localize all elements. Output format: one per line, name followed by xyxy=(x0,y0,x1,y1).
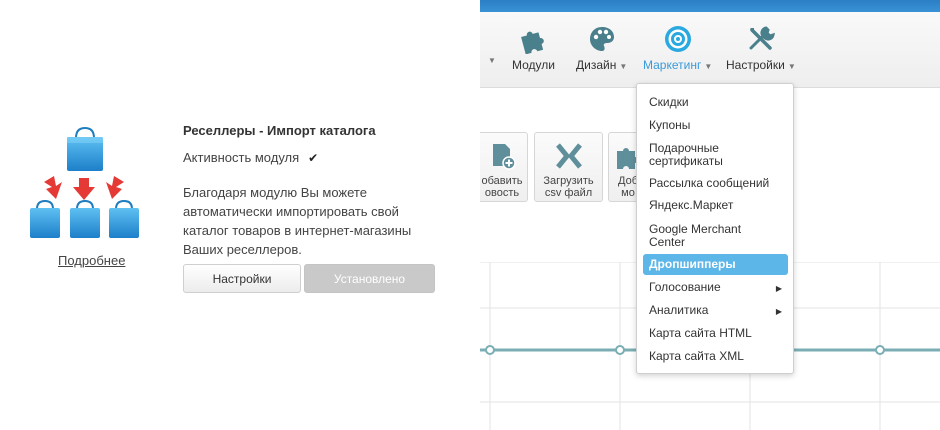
module-description: Благодаря модулю Вы можете автоматически… xyxy=(183,185,412,257)
menu-item-yandex-market[interactable]: Яндекс.Маркет xyxy=(643,199,788,212)
chevron-down-icon[interactable]: ▼ xyxy=(488,56,496,65)
settings-button[interactable]: Настройки xyxy=(183,264,301,293)
nav-item-settings[interactable]: Настройки ▼ xyxy=(726,24,796,72)
menu-item-gift-certificates[interactable]: Подарочные сертификаты xyxy=(643,142,755,168)
menu-item-label: Рассылка сообщений xyxy=(649,176,770,190)
menu-item-google-merchant[interactable]: Google Merchant Center xyxy=(643,223,755,249)
menu-item-label: Аналитика xyxy=(649,303,709,317)
nav-label: Дизайн xyxy=(576,58,617,72)
marketing-dropdown-menu: Скидки Купоны Подарочные сертификаты Рас… xyxy=(636,83,794,374)
activity-label: Активность модуля xyxy=(183,150,300,165)
nav-label: Модули xyxy=(512,58,555,72)
nav-label: Маркетинг xyxy=(643,58,702,72)
nav-item-modules[interactable]: Модули xyxy=(512,24,555,72)
shopping-bag-icon xyxy=(109,199,139,238)
menu-item-sitemap-xml[interactable]: Карта сайта XML xyxy=(643,350,788,363)
menu-item-label: Google Merchant Center xyxy=(649,222,742,249)
menu-item-coupons[interactable]: Купоны xyxy=(643,119,788,132)
arrow-down-icon xyxy=(44,176,124,200)
module-card: Подробнее Реселлеры - Импорт каталога Ак… xyxy=(0,0,480,430)
menu-item-analytics[interactable]: Аналитика ▶ xyxy=(643,304,788,317)
chevron-right-icon: ▶ xyxy=(775,307,782,316)
target-icon xyxy=(664,26,691,52)
csv-upload-icon xyxy=(555,143,582,169)
header-strip xyxy=(480,0,940,12)
menu-item-dropshippers[interactable]: Дропшипперы xyxy=(643,254,788,275)
installed-button[interactable]: Установлено xyxy=(304,264,435,293)
nav-label: Настройки xyxy=(726,58,785,72)
chart-point[interactable] xyxy=(485,345,495,355)
reseller-illustration xyxy=(30,126,139,238)
menu-item-newsletter[interactable]: Рассылка сообщений xyxy=(643,177,788,190)
chevron-down-icon: ▼ xyxy=(787,62,796,71)
add-document-icon xyxy=(493,144,516,170)
tools-icon xyxy=(749,26,775,50)
menu-item-sitemap-html[interactable]: Карта сайта HTML xyxy=(643,327,788,340)
toolbar-button-label: обавить овость xyxy=(481,175,523,199)
menu-item-voting[interactable]: Голосование ▶ xyxy=(643,281,788,294)
menu-item-label: Подарочные сертификаты xyxy=(649,141,723,168)
module-activity-row[interactable]: Активность модуля ✔ xyxy=(183,150,319,165)
puzzle-icon xyxy=(521,31,545,54)
shopping-bag-icon xyxy=(67,126,103,171)
menu-item-label: Голосование xyxy=(649,280,721,294)
module-title: Реселлеры - Импорт каталога xyxy=(183,123,376,138)
top-nav: ▼ Модули Дизайн ▼ Маркетинг ▼ Настройки … xyxy=(480,12,940,88)
menu-item-label: Карта сайта XML xyxy=(649,349,744,363)
upload-csv-button[interactable]: Загрузить csv файл xyxy=(534,132,603,202)
menu-item-discounts[interactable]: Скидки xyxy=(643,96,788,109)
nav-item-design[interactable]: Дизайн ▼ xyxy=(576,24,627,72)
nav-item-marketing[interactable]: Маркетинг ▼ xyxy=(643,24,712,72)
more-info-link[interactable]: Подробнее xyxy=(58,253,125,268)
menu-item-label: Карта сайта HTML xyxy=(649,326,752,340)
menu-item-label: Дропшипперы xyxy=(649,257,736,271)
menu-item-label: Яндекс.Маркет xyxy=(649,198,734,212)
chart-point[interactable] xyxy=(615,345,625,355)
palette-icon xyxy=(589,27,614,51)
shopping-bag-icon xyxy=(30,199,60,238)
chevron-down-icon: ▼ xyxy=(619,62,628,71)
menu-item-label: Скидки xyxy=(649,95,689,109)
chevron-down-icon: ▼ xyxy=(704,62,713,71)
menu-item-label: Купоны xyxy=(649,118,691,132)
activity-checkbox[interactable]: ✔ xyxy=(307,152,319,164)
shopping-bag-icon xyxy=(70,199,100,238)
chevron-right-icon: ▶ xyxy=(775,284,782,293)
chart-point[interactable] xyxy=(875,345,885,355)
toolbar-button-label: Загрузить csv файл xyxy=(543,175,594,199)
add-news-button[interactable]: обавить овость xyxy=(480,132,528,202)
